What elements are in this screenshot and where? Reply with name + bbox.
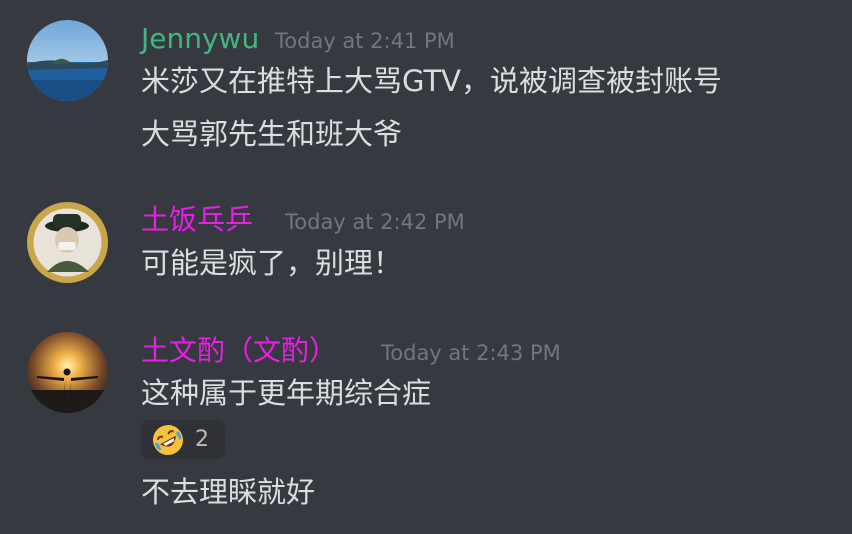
message-text: 大骂郭先生和班大爷	[141, 117, 403, 151]
message-text: 不去理睬就好	[141, 475, 316, 509]
avatar-jennywu[interactable]	[27, 20, 108, 101]
author-name[interactable]: 土文酌（文酌）	[141, 333, 337, 369]
reaction-count: 2	[195, 427, 209, 452]
author-name[interactable]: 土饭乓乒	[141, 202, 253, 238]
sunset-silhouette-avatar-image	[27, 332, 108, 413]
message-timestamp: Today at 2:43 PM	[381, 341, 561, 365]
reaction-button[interactable]: 2	[141, 420, 225, 459]
message-text: 这种属于更年期综合症	[141, 376, 432, 410]
masked-figure-avatar-image	[27, 202, 108, 283]
message-timestamp: Today at 2:41 PM	[275, 29, 455, 53]
message-timestamp: Today at 2:42 PM	[285, 210, 465, 234]
message-text: 可能是疯了，别理！	[141, 246, 403, 280]
rolling-on-floor-laughing-icon	[153, 424, 183, 455]
lake-island-avatar-image	[27, 20, 108, 101]
avatar-tuwenzhuo[interactable]	[27, 332, 108, 413]
message-text: 米莎又在推特上大骂GTV，说被调查被封账号	[141, 64, 722, 98]
author-name[interactable]: Jennywu	[141, 21, 259, 57]
avatar-tufan[interactable]	[27, 202, 108, 283]
